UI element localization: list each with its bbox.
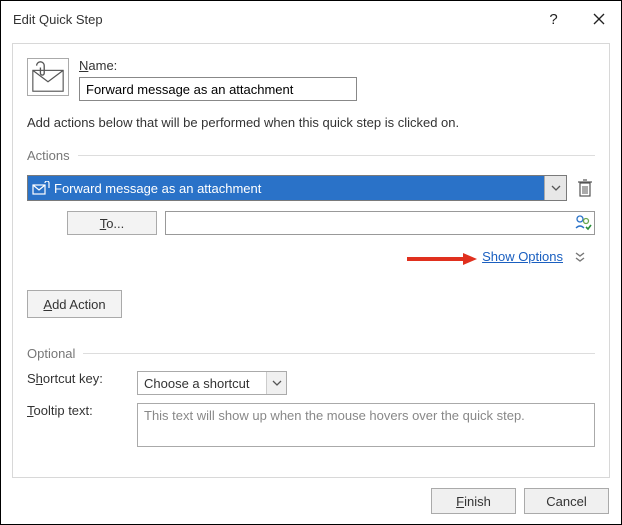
actions-header-label: Actions: [27, 148, 70, 163]
action-row: Forward message as an attachment: [27, 175, 595, 201]
divider: [83, 353, 595, 354]
tooltip-textarea[interactable]: [137, 403, 595, 447]
trash-icon: [577, 178, 593, 198]
optional-group-header: Optional: [27, 346, 595, 361]
instructions-text: Add actions below that will be performed…: [27, 115, 595, 130]
to-field[interactable]: [165, 211, 595, 235]
add-action-button[interactable]: Add Action Add Action: [27, 290, 122, 318]
tooltip-label: Tooltip text:Tooltip text:: [27, 403, 137, 418]
divider: [78, 155, 595, 156]
name-label: NName:ame:: [79, 58, 595, 73]
optional-grid: Shortcut key:Shortcut key: Choose a shor…: [27, 371, 595, 450]
dialog-footer: FinishFinish Cancel: [431, 488, 609, 514]
close-button[interactable]: [576, 3, 621, 35]
address-book-icon[interactable]: [572, 212, 594, 234]
shortcut-selected: Choose a shortcut: [144, 376, 250, 391]
action-selected: Forward message as an attachment: [28, 181, 544, 196]
name-row: NName:ame:: [27, 58, 595, 101]
delete-action-button[interactable]: [575, 177, 595, 199]
chevron-down-icon: [544, 176, 566, 200]
shortcut-dropdown[interactable]: Choose a shortcut: [137, 371, 287, 395]
to-row: To... To...: [67, 211, 595, 235]
titlebar-controls: ?: [531, 3, 621, 35]
show-options-row: Show Options: [27, 249, 595, 264]
to-input[interactable]: [166, 212, 572, 234]
optional-header-label: Optional: [27, 346, 75, 361]
finish-button[interactable]: FinishFinish: [431, 488, 516, 514]
chevron-down-icon: [266, 372, 286, 394]
content-area: NName:ame: Add actions below that will b…: [12, 43, 610, 478]
titlebar: Edit Quick Step ?: [1, 1, 621, 37]
window-title: Edit Quick Step: [13, 12, 103, 27]
show-options-link[interactable]: Show Options: [482, 249, 563, 264]
edit-quick-step-dialog: Edit Quick Step ? NName:ame: Add actions…: [0, 0, 622, 525]
mail-attachment-icon: [27, 58, 69, 96]
close-icon: [593, 13, 605, 25]
name-input[interactable]: [79, 77, 357, 101]
cancel-button[interactable]: Cancel: [524, 488, 609, 514]
chevron-expand-icon[interactable]: [573, 250, 587, 264]
help-button[interactable]: ?: [531, 3, 576, 35]
action-type-dropdown[interactable]: Forward message as an attachment: [27, 175, 567, 201]
to-button[interactable]: To... To...: [67, 211, 157, 235]
forward-attachment-icon: [32, 181, 50, 195]
shortcut-label: Shortcut key:Shortcut key:: [27, 371, 137, 386]
annotation-arrow: [407, 251, 477, 267]
actions-group-header: Actions: [27, 148, 595, 163]
